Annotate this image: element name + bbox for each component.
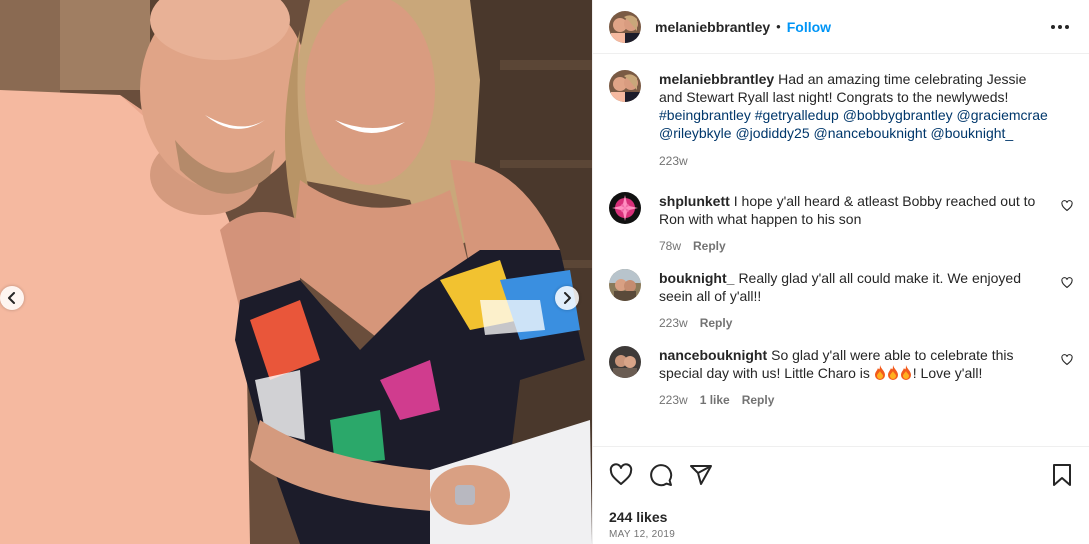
- comment-timestamp[interactable]: 223w: [659, 316, 688, 330]
- comment-item: bouknight_ Really glad y'all all could ma…: [609, 269, 1073, 330]
- comment-button[interactable]: [649, 463, 673, 487]
- post-caption: melaniebbrantley Had an amazing time cele…: [609, 70, 1073, 168]
- comment-username[interactable]: shplunkett: [659, 193, 730, 209]
- share-icon: [690, 465, 712, 485]
- caption-tag[interactable]: @jodiddy25: [735, 125, 809, 141]
- author-avatar[interactable]: [609, 70, 641, 102]
- post-image: [0, 0, 592, 544]
- caption-timestamp[interactable]: 223w: [659, 154, 688, 168]
- comment-item: nancebouknight So glad y'all were able to…: [609, 346, 1073, 407]
- save-button[interactable]: [1050, 463, 1074, 487]
- author-username[interactable]: melaniebbrantley: [655, 19, 770, 35]
- share-button[interactable]: [689, 463, 713, 487]
- comment-item: shplunkett I hope y'all heard & atleast B…: [609, 192, 1073, 253]
- post-photo[interactable]: [0, 0, 592, 544]
- caption-tag[interactable]: @nancebouknight: [814, 125, 927, 141]
- caption-tag[interactable]: #beingbrantley: [659, 107, 751, 123]
- follow-button[interactable]: Follow: [787, 19, 831, 35]
- author-avatar[interactable]: [609, 10, 641, 43]
- post-side-panel: melaniebbrantley • Follow melaniebbrantl…: [592, 0, 1089, 544]
- comment-likes[interactable]: 1 like: [700, 393, 730, 407]
- post-header: melaniebbrantley • Follow: [593, 0, 1089, 54]
- likes-count[interactable]: 244 likes: [609, 509, 1074, 525]
- comment-username[interactable]: nancebouknight: [659, 347, 767, 363]
- commenter-avatar[interactable]: [609, 269, 641, 301]
- reply-button[interactable]: Reply: [742, 393, 775, 407]
- post-actions: 244 likes MAY 12, 2019: [593, 446, 1089, 540]
- heart-icon[interactable]: [1061, 354, 1073, 366]
- reply-button[interactable]: Reply: [700, 316, 733, 330]
- caption-tag[interactable]: @bobbygbrantley: [843, 107, 953, 123]
- more-options-icon[interactable]: [1047, 21, 1073, 33]
- commenter-avatar[interactable]: [609, 346, 641, 378]
- carousel-prev-button[interactable]: [0, 286, 24, 310]
- comment-timestamp[interactable]: 78w: [659, 239, 681, 253]
- comments-list: melaniebbrantley Had an amazing time cele…: [593, 54, 1089, 446]
- caption-username[interactable]: melaniebbrantley: [659, 71, 774, 87]
- caption-text: melaniebbrantley Had an amazing time cele…: [659, 70, 1049, 142]
- fire-emoji-icon: [887, 365, 898, 380]
- comment-text-end: ! Love y'all!: [912, 365, 983, 381]
- post-date[interactable]: MAY 12, 2019: [609, 529, 1074, 540]
- fire-emoji-icon: [874, 365, 885, 380]
- comment-icon: [650, 464, 673, 487]
- fire-emoji-icon: [900, 365, 911, 380]
- chevron-left-icon: [8, 292, 15, 304]
- caption-tag[interactable]: @bouknight_: [930, 125, 1013, 141]
- bookmark-icon: [1053, 464, 1071, 486]
- caption-tag[interactable]: #getryalledup: [755, 107, 839, 123]
- heart-icon[interactable]: [1061, 200, 1073, 212]
- comment-username[interactable]: bouknight_: [659, 270, 734, 286]
- caption-tag[interactable]: @graciemcrae: [957, 107, 1048, 123]
- carousel-next-button[interactable]: [555, 286, 579, 310]
- heart-icon[interactable]: [1061, 277, 1073, 289]
- heart-icon: [609, 463, 633, 485]
- comment-timestamp[interactable]: 223w: [659, 393, 688, 407]
- header-separator: •: [776, 19, 781, 34]
- commenter-avatar[interactable]: [609, 192, 641, 224]
- caption-tag[interactable]: @rileybkyle: [659, 125, 732, 141]
- chevron-right-icon: [564, 292, 571, 304]
- like-button[interactable]: [609, 463, 633, 487]
- reply-button[interactable]: Reply: [693, 239, 726, 253]
